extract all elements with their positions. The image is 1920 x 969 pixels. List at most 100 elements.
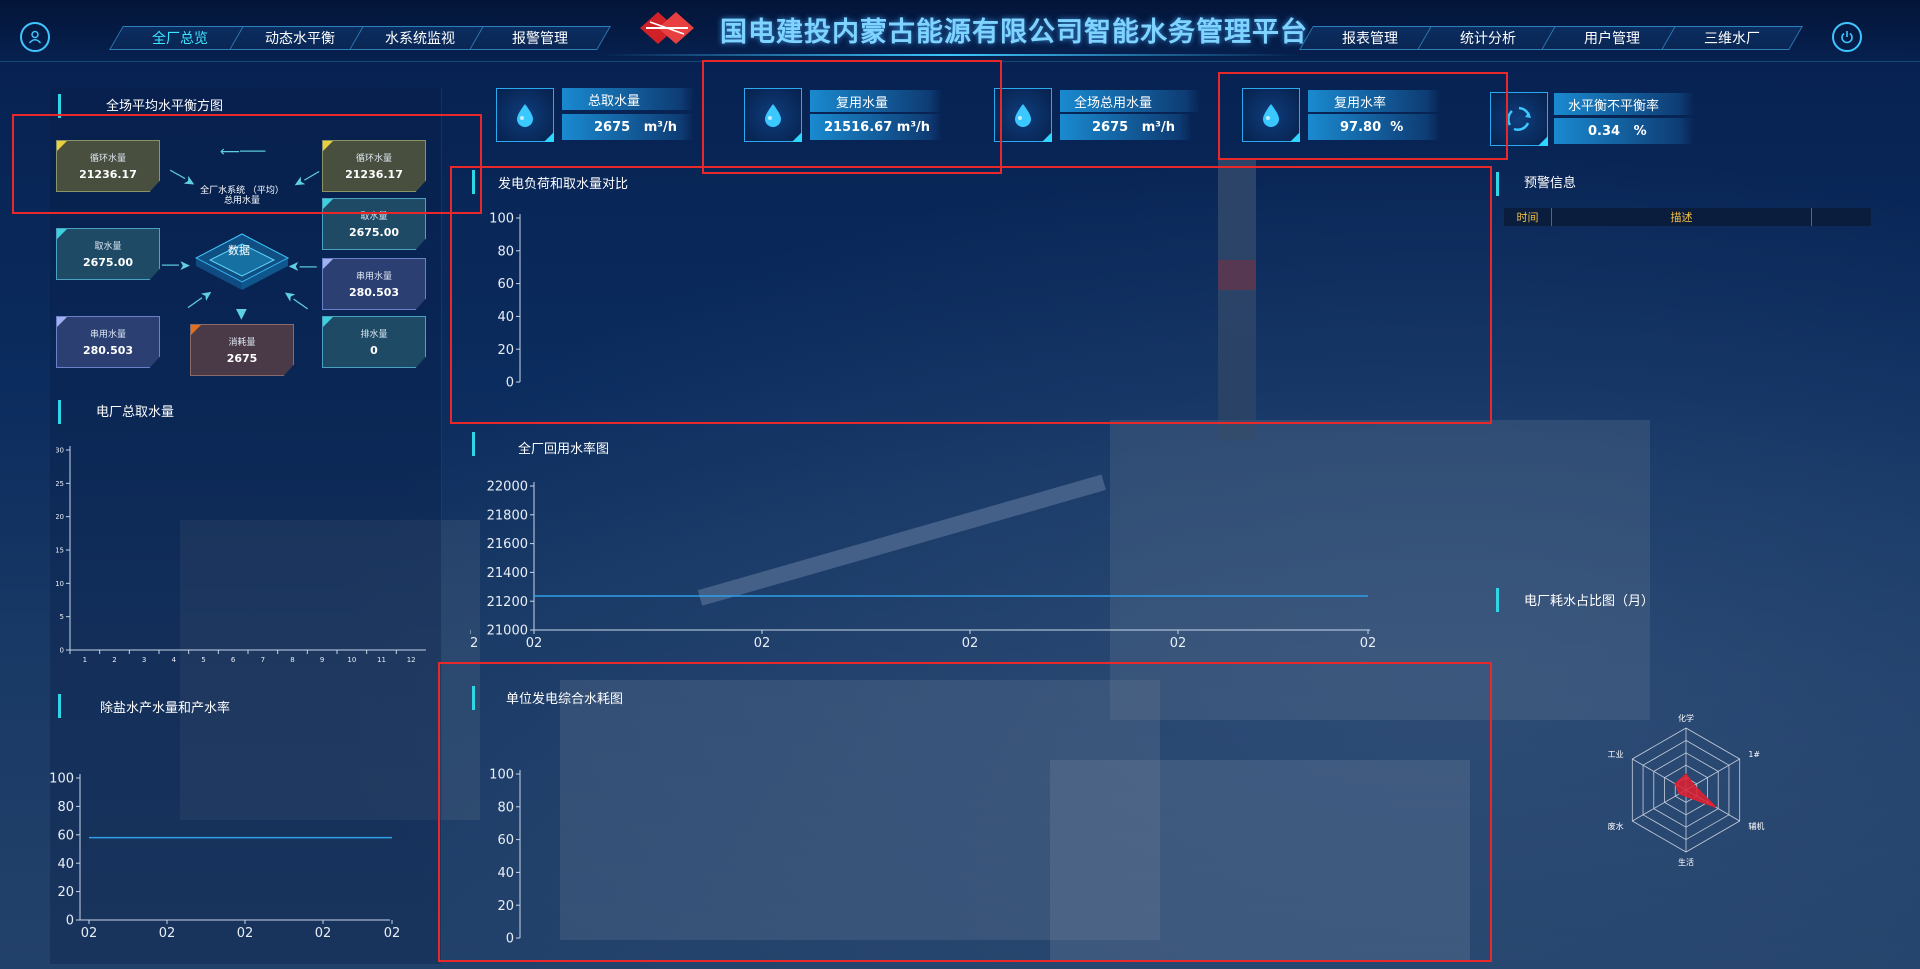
x-tick-label: 10 xyxy=(347,656,356,664)
user-icon[interactable] xyxy=(20,22,50,52)
y-tick-label: 21400 xyxy=(487,566,528,581)
corner-marker xyxy=(1538,136,1548,146)
x-tick-label: 02 xyxy=(81,926,98,941)
x-tick-label: 1 xyxy=(83,656,87,664)
kpi-value: 21516.67 m³/h xyxy=(810,114,942,140)
x-tick-label: 02 xyxy=(754,636,771,651)
kpi-unit: % xyxy=(1633,123,1647,139)
kpi-unit: m³/h xyxy=(1141,119,1176,135)
plant-intake-title: 电厂总取水量 xyxy=(96,405,175,420)
power-icon[interactable] xyxy=(1832,22,1862,52)
y-tick-label: 20 xyxy=(497,343,514,358)
y-tick-label: 22000 xyxy=(487,480,528,495)
y-tick-label: 21600 xyxy=(487,537,528,552)
x-tick-label: 02 xyxy=(962,636,979,651)
background-chimney xyxy=(1218,160,1256,440)
x-tick-label: 7 xyxy=(261,656,265,664)
corner-marker xyxy=(323,259,333,269)
x-tick-label: 2 xyxy=(112,656,116,664)
box-label: 循环水量 xyxy=(89,154,126,164)
radar-axis-line xyxy=(1632,789,1687,822)
y-tick-label: 5 xyxy=(60,613,64,621)
tab-3d-water-plant[interactable]: 三维水厂 xyxy=(1661,26,1803,50)
box-value: 280.503 xyxy=(348,286,400,299)
section-marker xyxy=(472,432,475,456)
consumption-ratio-title: 电厂耗水占比图（月） xyxy=(1524,594,1655,609)
kpi-value: 0.34 % xyxy=(1554,118,1694,144)
corner-marker xyxy=(57,229,67,239)
y-tick-label: 20 xyxy=(56,513,64,521)
plant-intake-chart: 0510152025301 2 3 4 5 6 7 8 9 10 11 12 xyxy=(56,446,426,664)
desalination-title: 除盐水产水量和产水率 xyxy=(100,701,231,716)
arrow-icon: ──➤ xyxy=(162,258,191,274)
circulating-water-box-left[interactable]: 循环水量 21236.17 xyxy=(56,140,160,192)
y-tick-label: 25 xyxy=(56,480,64,488)
x-tick-label: 02 xyxy=(1170,636,1187,651)
corner-marker xyxy=(1042,132,1052,142)
y-tick-label: 10 xyxy=(56,580,64,588)
box-value: 2675.00 xyxy=(82,256,134,269)
x-tick-label: 02 xyxy=(1360,636,1377,651)
kpi-label: 全场总用水量 xyxy=(1060,90,1200,112)
title-underline xyxy=(600,54,1300,56)
y-tick-label: 100 xyxy=(49,772,74,787)
unit-consumption-title: 单位发电综合水耗图 xyxy=(506,692,624,707)
x-tick-label: 3 xyxy=(142,656,146,664)
box-value: 2675 xyxy=(226,352,258,365)
center-system-label: 全厂水系统 （平均）总用水量 xyxy=(200,186,284,206)
circulating-water-box-right[interactable]: 循环水量 21236.17 xyxy=(322,140,426,192)
reuse-rate-title: 全厂回用水率图 xyxy=(518,442,610,457)
load-vs-intake-title: 发电负荷和取水量对比 xyxy=(498,177,629,192)
y-tick-label: 40 xyxy=(57,857,74,872)
box-value: 21236.17 xyxy=(345,168,403,181)
kpi-label: 复用水量 xyxy=(810,90,942,112)
consumption-box[interactable]: 消耗量 2675 xyxy=(190,324,294,376)
y-tick-label: 40 xyxy=(497,866,514,881)
radar-axis-label: 辅机 xyxy=(1748,821,1764,831)
discharge-box[interactable]: 排水量 0 xyxy=(322,316,426,368)
x-tick-label: 12 xyxy=(407,656,416,664)
radar-series-area xyxy=(1674,773,1717,808)
arrow-icon: ▼ xyxy=(236,306,247,322)
top-nav: 全厂总览 动态水平衡 水系统监视 报警管理 国电建投内蒙古能源有限公司智能水务管… xyxy=(0,0,1920,62)
y-tick-label: 20 xyxy=(57,885,74,900)
y-tick-label: 80 xyxy=(57,800,74,815)
serial-water-box-right[interactable]: 串用水量 280.503 xyxy=(322,258,426,310)
kpi-number: 0.34 xyxy=(1588,123,1621,139)
highlight-box xyxy=(450,166,1492,424)
box-value: 2675.00 xyxy=(348,226,400,239)
corner-marker xyxy=(544,132,554,142)
alerts-column-header xyxy=(1812,208,1871,226)
x-tick-label: 02 xyxy=(159,926,176,941)
x-tick-label: 8 xyxy=(290,656,294,664)
box-label: 串用水量 xyxy=(355,272,392,282)
y-tick-label: 80 xyxy=(497,244,514,259)
intake-water-box-left[interactable]: 取水量 2675.00 xyxy=(56,228,160,280)
y-tick-label: 21200 xyxy=(487,595,528,610)
serial-water-box-left[interactable]: 串用水量 280.503 xyxy=(56,316,160,368)
intake-water-box-right[interactable]: 取水量 2675.00 xyxy=(322,198,426,250)
kpi-number: 97.80 xyxy=(1340,119,1382,135)
box-label: 循环水量 xyxy=(355,154,392,164)
x-tick-label: 02 xyxy=(315,926,332,941)
reuse-rate-chart: 21000 21200 21400 21600 21800 22000 02 02 02 02 02… xyxy=(470,480,1377,651)
radar-axis-label: 生活 xyxy=(1678,857,1694,867)
box-label: 取水量 xyxy=(94,242,122,252)
x-tick-label: 9 xyxy=(320,656,324,664)
x-tick-label: 02 xyxy=(237,926,254,941)
kpi-value: 97.80 % xyxy=(1308,114,1440,140)
radar-axis-label: 化学 xyxy=(1678,713,1694,723)
corner-marker xyxy=(323,199,333,209)
box-label: 串用水量 xyxy=(89,330,126,340)
x-tick-label: 4 xyxy=(172,656,177,664)
tab-alarm-management[interactable]: 报警管理 xyxy=(469,26,611,50)
y-tick-label: 40 xyxy=(497,310,514,325)
y-tick-label: 20 xyxy=(497,899,514,914)
box-value: 21236.17 xyxy=(79,168,137,181)
kpi-number: 2675 xyxy=(594,119,631,135)
kpi-number: 2675 xyxy=(1092,119,1129,135)
alerts-column-header: 时间 xyxy=(1504,208,1552,226)
x-tick-label: 11 xyxy=(377,656,386,664)
background-building xyxy=(1050,760,1470,960)
tab-statistics[interactable]: 统计分析 xyxy=(1417,26,1559,50)
